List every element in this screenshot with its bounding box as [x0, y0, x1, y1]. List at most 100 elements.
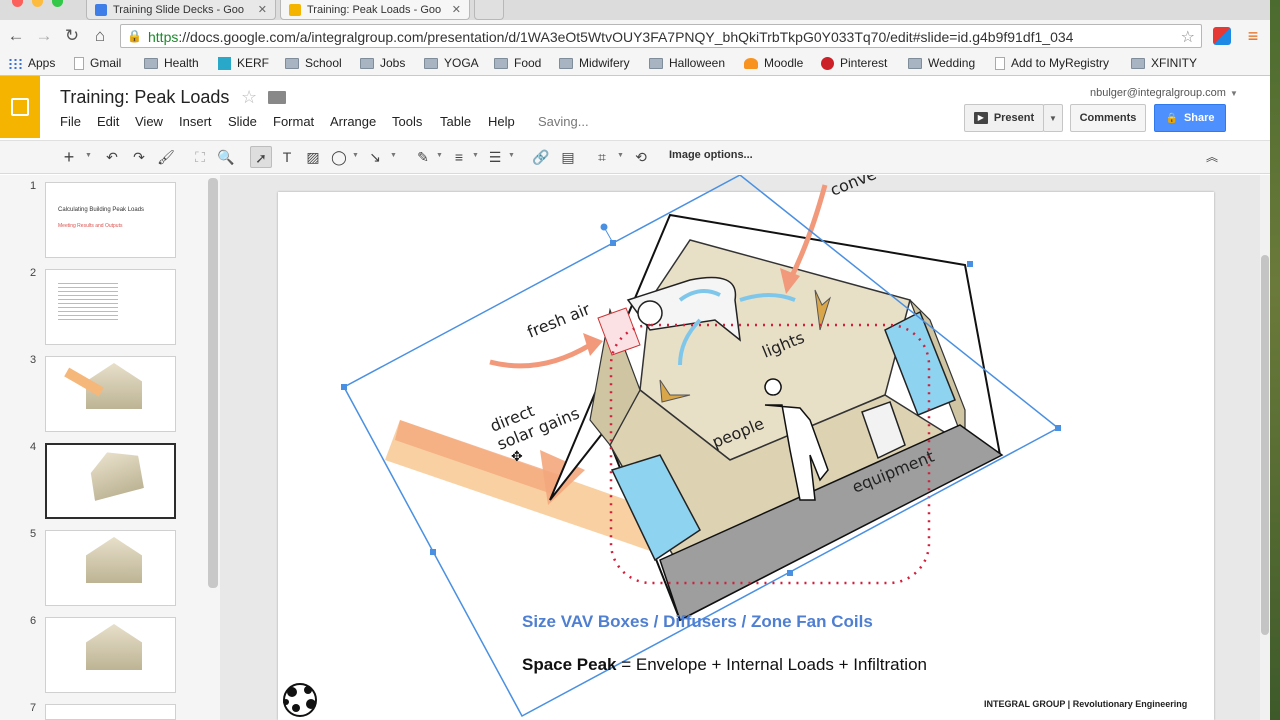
- browser-tab-peak-loads[interactable]: Training: Peak Loads - Goo ✕: [280, 0, 470, 20]
- close-tab-icon[interactable]: ✕: [258, 3, 267, 16]
- slide-thumbnail-6[interactable]: [45, 617, 176, 693]
- bookmark-school[interactable]: School: [285, 56, 342, 70]
- menu-format[interactable]: Format: [273, 114, 314, 129]
- line-dash-caret-icon[interactable]: ▼: [508, 152, 515, 159]
- line-weight-caret-icon[interactable]: ▼: [472, 152, 479, 159]
- redo-icon[interactable]: ↷: [128, 146, 150, 168]
- zoom-window-icon[interactable]: [52, 0, 63, 7]
- bookmark-midwifery[interactable]: Midwifery: [559, 56, 630, 70]
- comments-button[interactable]: Comments: [1070, 104, 1146, 132]
- menu-tools[interactable]: Tools: [392, 114, 422, 129]
- resize-handle[interactable]: [787, 570, 793, 576]
- slide-thumbnail-2[interactable]: [45, 269, 176, 345]
- bookmark-gmail[interactable]: Gmail: [74, 56, 121, 70]
- crop-icon[interactable]: ⌗: [591, 146, 613, 168]
- bookmark-star-icon[interactable]: ☆: [1181, 27, 1195, 47]
- menu-help[interactable]: Help: [488, 114, 515, 129]
- shape-icon[interactable]: ◯: [328, 146, 350, 168]
- resize-handle[interactable]: [967, 261, 973, 267]
- back-icon[interactable]: ←: [6, 26, 26, 46]
- home-icon[interactable]: ⌂: [90, 26, 110, 46]
- slide-thumbnail-1[interactable]: Calculating Building Peak Loads Meeting …: [45, 182, 176, 258]
- select-icon[interactable]: ➚: [250, 146, 272, 168]
- slide-equation[interactable]: Space Peak = Envelope + Internal Loads +…: [522, 655, 927, 675]
- reset-image-icon[interactable]: ⟲: [630, 146, 652, 168]
- account-caret-icon[interactable]: ▼: [1230, 89, 1238, 98]
- menu-edit[interactable]: Edit: [97, 114, 119, 129]
- minimize-window-icon[interactable]: [32, 0, 43, 7]
- present-options-button[interactable]: ▼: [1043, 104, 1063, 132]
- menu-table[interactable]: Table: [440, 114, 471, 129]
- close-window-icon[interactable]: [12, 0, 23, 7]
- line-color-icon[interactable]: ✎: [412, 146, 434, 168]
- canvas-scrollbar[interactable]: [1260, 175, 1270, 720]
- link-icon[interactable]: 🔗: [530, 146, 552, 168]
- bookmark-xfinity[interactable]: XFINITY: [1131, 56, 1197, 70]
- bookmark-jobs[interactable]: Jobs: [360, 56, 405, 70]
- text-box-icon[interactable]: T: [276, 146, 298, 168]
- bookmark-registry[interactable]: Add to MyRegistry: [995, 56, 1109, 70]
- desktop-background: [1270, 0, 1280, 720]
- menu-slide[interactable]: Slide: [228, 114, 257, 129]
- present-button[interactable]: ▶ Present: [964, 104, 1044, 132]
- line-color-caret-icon[interactable]: ▼: [436, 152, 443, 159]
- undo-icon[interactable]: ↶: [101, 146, 123, 168]
- paint-format-icon[interactable]: 🖌: [155, 146, 177, 168]
- address-bar[interactable]: 🔒 https://docs.google.com/a/integralgrou…: [120, 24, 1202, 48]
- thumb-house-image: [86, 537, 142, 583]
- line-dash-icon[interactable]: ☰: [484, 146, 506, 168]
- slide-thumbnail-5[interactable]: [45, 530, 176, 606]
- resize-handle[interactable]: [430, 549, 436, 555]
- zoom-icon[interactable]: 🔍: [215, 146, 237, 168]
- menu-icon[interactable]: ≡: [1244, 27, 1262, 45]
- extension-icon[interactable]: [1213, 27, 1231, 45]
- bookmark-yoga[interactable]: YOGA: [424, 56, 479, 70]
- forward-icon[interactable]: →: [34, 26, 54, 46]
- new-slide-caret-icon[interactable]: ▼: [85, 152, 92, 159]
- bookmark-kerf[interactable]: KERF: [218, 56, 269, 70]
- slide-thumbnail-3[interactable]: [45, 356, 176, 432]
- url-text: https://docs.google.com/a/integralgroup.…: [148, 29, 1074, 45]
- bookmark-health[interactable]: Health: [144, 56, 199, 70]
- image-icon[interactable]: ▨: [302, 146, 324, 168]
- menu-file[interactable]: File: [60, 114, 81, 129]
- new-tab-button[interactable]: [474, 0, 504, 20]
- bookmark-food[interactable]: Food: [494, 56, 541, 70]
- shape-caret-icon[interactable]: ▼: [352, 152, 359, 159]
- close-tab-icon[interactable]: ✕: [452, 3, 461, 16]
- equation-term: Space Peak: [522, 655, 617, 674]
- bookmark-apps[interactable]: Apps: [8, 56, 55, 70]
- star-icon[interactable]: ☆: [241, 87, 257, 108]
- collapse-menus-icon[interactable]: ︽: [1201, 146, 1223, 168]
- zoom-fit-icon[interactable]: ⛶: [189, 146, 211, 168]
- line-icon[interactable]: ↘: [364, 146, 386, 168]
- slide-thumbnail-4-selected[interactable]: [45, 443, 176, 519]
- menu-insert[interactable]: Insert: [179, 114, 212, 129]
- slide-thumbnail-7[interactable]: [45, 704, 176, 720]
- image-options-button[interactable]: Image options...: [669, 149, 753, 161]
- bookmark-halloween[interactable]: Halloween: [649, 56, 725, 70]
- browser-tab-training-decks[interactable]: Training Slide Decks - Goo ✕: [86, 0, 276, 20]
- filmstrip-scrollbar[interactable]: [208, 178, 218, 588]
- slide-subtitle[interactable]: Size VAV Boxes / Diffusers / Zone Fan Co…: [522, 612, 873, 632]
- google-slides-logo[interactable]: [0, 76, 40, 138]
- bookmark-wedding[interactable]: Wedding: [908, 56, 975, 70]
- crop-caret-icon[interactable]: ▼: [617, 152, 624, 159]
- folder-icon[interactable]: [268, 91, 286, 104]
- reload-icon[interactable]: ↻: [62, 26, 82, 46]
- account-email[interactable]: nbulger@integralgroup.com: [1090, 87, 1226, 99]
- label-convection: conve: [827, 175, 879, 200]
- document-title[interactable]: Training: Peak Loads: [60, 87, 229, 108]
- new-slide-icon[interactable]: +: [58, 146, 80, 168]
- line-caret-icon[interactable]: ▼: [390, 152, 397, 159]
- menu-view[interactable]: View: [135, 114, 163, 129]
- menu-arrange[interactable]: Arrange: [330, 114, 376, 129]
- resize-handle[interactable]: [341, 384, 347, 390]
- resize-handle[interactable]: [1055, 425, 1061, 431]
- comment-icon[interactable]: ▤: [557, 146, 579, 168]
- bookmark-moodle[interactable]: Moodle: [744, 56, 803, 70]
- rotated-diagram-image[interactable]: ✥ fresh air direct solar gains lights pe…: [278, 175, 1214, 720]
- share-button[interactable]: 🔒 Share: [1154, 104, 1226, 132]
- line-weight-icon[interactable]: ≡: [448, 146, 470, 168]
- bookmark-pinterest[interactable]: Pinterest: [821, 56, 887, 70]
